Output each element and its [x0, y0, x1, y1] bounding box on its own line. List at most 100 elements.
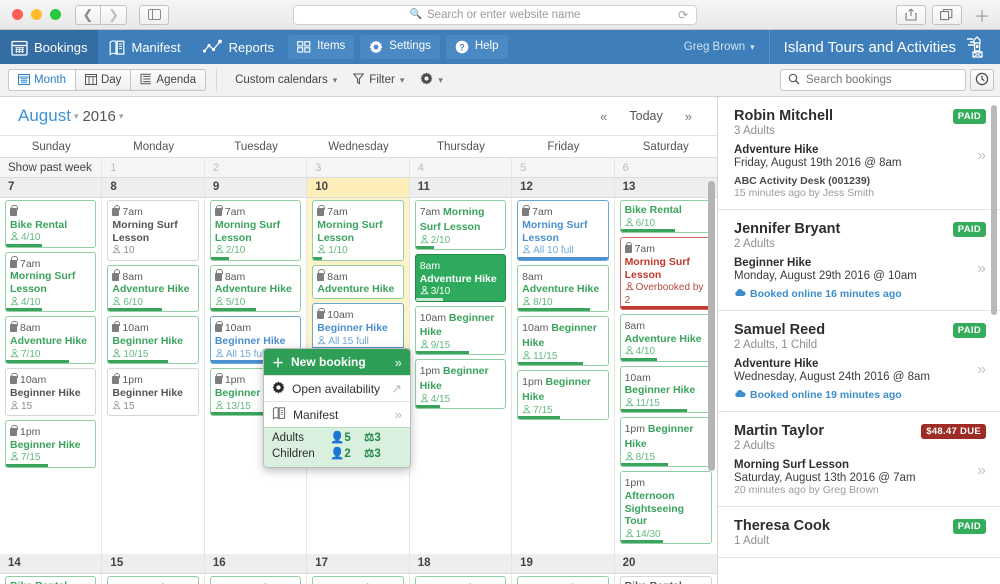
year-dropdown[interactable]: 2016: [82, 108, 115, 125]
calendar-event[interactable]: 8amAdventure Hike5/10: [210, 265, 301, 313]
day-cell[interactable]: 7am Morning Surf Lesson7/10: [410, 574, 512, 584]
minimize-window-button[interactable]: [31, 9, 42, 20]
show-past-week-link[interactable]: Show past week: [0, 162, 92, 174]
sidebar-scrollbar[interactable]: [991, 105, 997, 315]
popup-new-booking[interactable]: ＋ New booking »: [264, 349, 410, 375]
view-month-button[interactable]: Month: [8, 69, 76, 91]
calendar-event[interactable]: 10am Beginner Hike11/15: [517, 316, 608, 366]
calendar-event[interactable]: 10amBeginner Hike15: [5, 368, 96, 416]
popup-open-availability[interactable]: Open availability ↗: [264, 375, 410, 401]
day-header-cell[interactable]: 14: [0, 554, 102, 574]
calendar-event[interactable]: 10am Beginner Hike9/15: [415, 306, 506, 356]
search-bookings-field[interactable]: [780, 69, 966, 91]
next-period-button[interactable]: »: [674, 106, 703, 127]
window-traffic-lights[interactable]: [12, 9, 61, 20]
calendar-event[interactable]: 8amAdventure Hike7/10: [5, 316, 96, 364]
calendar-event[interactable]: 10amBeginner Hike10/15: [107, 316, 198, 364]
day-header-cell[interactable]: 20: [615, 554, 717, 574]
calendar-event[interactable]: Bike Rental5/10: [5, 576, 96, 584]
day-header-cell[interactable]: 13: [615, 178, 717, 198]
sidebar-toggle-icon[interactable]: [139, 5, 169, 25]
address-bar[interactable]: 🔍 Search or enter website name ⟳: [293, 5, 697, 25]
day-cell[interactable]: Bike Rental4/107amMorning Surf Lesson4/1…: [0, 198, 102, 554]
day-header-cell[interactable]: 7: [0, 178, 102, 198]
day-header-cell[interactable]: 18: [410, 554, 512, 574]
popup-manifest[interactable]: Manifest »: [264, 401, 410, 427]
day-cell[interactable]: 7am Morning Surf Lesson7/10: [102, 574, 204, 584]
nav-item-reports[interactable]: Reports: [192, 30, 286, 64]
day-header-cell[interactable]: 8: [102, 178, 204, 198]
recent-bookings-sidebar[interactable]: Robin MitchellPAID3 AdultsAdventure Hike…: [718, 97, 1000, 584]
day-cell[interactable]: Bike Rental10: [615, 574, 717, 584]
calendar-event[interactable]: 7amMorning Surf Lesson2/10: [210, 200, 301, 261]
calendar-event[interactable]: 1pm Beginner Hike4/15: [415, 359, 506, 409]
reload-icon[interactable]: ⟳: [678, 8, 688, 22]
month-dropdown[interactable]: August: [18, 106, 71, 126]
calendar-event[interactable]: 7am Morning Surf Lesson9/10: [312, 576, 403, 584]
recent-activity-button[interactable]: [970, 69, 994, 91]
calendar-event[interactable]: 1pmAfternoon Sightseeing Tour14/30: [620, 471, 712, 544]
day-header-cell[interactable]: 11: [410, 178, 512, 198]
day-cell[interactable]: 7am Morning Surf Lesson2/108amAdventure …: [410, 198, 512, 554]
calendar-event[interactable]: 7am Morning Surf Lesson7/10: [210, 576, 301, 584]
view-agenda-button[interactable]: Agenda: [131, 69, 206, 91]
show-past-week-cell[interactable]: Show past week: [0, 158, 102, 178]
day-header-cell[interactable]: 10: [307, 178, 409, 198]
day-cell[interactable]: Bike Rental5/10: [0, 574, 102, 584]
day-cell[interactable]: 7am Morning Surf Lesson7/10: [205, 574, 307, 584]
forward-button[interactable]: ❯: [101, 5, 127, 25]
calendar-event[interactable]: 1pmBeginner Hike7/15: [5, 420, 96, 468]
calendar-event[interactable]: 1pmBeginner Hike15: [107, 368, 198, 416]
user-menu[interactable]: Greg Brown ▾: [670, 30, 769, 64]
calendar-event[interactable]: 7amMorning Surf Lesson4/10: [5, 252, 96, 313]
day-header-cell[interactable]: 15: [102, 554, 204, 574]
day-cell[interactable]: 7amMorning Surf LessonAll 10 full8amAdve…: [512, 198, 614, 554]
booking-list-item[interactable]: Jennifer BryantPAID2 AdultsBeginner Hike…: [718, 210, 1000, 311]
calendar-event[interactable]: 7amMorning Surf Lesson1/10: [312, 200, 403, 261]
day-cell[interactable]: 7am Morning Surf Lesson9/10: [512, 574, 614, 584]
calendar-event[interactable]: 8amAdventure Hike: [312, 265, 403, 300]
chevron-double-right-icon[interactable]: »: [977, 361, 986, 379]
calendar-event[interactable]: 7am Morning Surf Lesson9/10: [517, 576, 608, 584]
calendar-event[interactable]: Bike Rental6/10: [620, 200, 712, 233]
maximize-window-button[interactable]: [50, 9, 61, 20]
day-header-cell[interactable]: 9: [205, 178, 307, 198]
calendar-event[interactable]: 10amBeginner HikeAll 15 full: [312, 303, 403, 351]
day-header-cell[interactable]: 16: [205, 554, 307, 574]
calendar-event[interactable]: 8amAdventure Hike3/10: [415, 254, 506, 302]
calendar-event[interactable]: 1pm Beginner Hike7/15: [517, 370, 608, 420]
calendar-event[interactable]: 7am Morning Surf Lesson7/10: [107, 576, 198, 584]
nav-item-manifest[interactable]: Manifest: [98, 30, 191, 64]
filter-dropdown[interactable]: Filter ▾: [345, 73, 412, 88]
nav-item-settings[interactable]: Settings: [360, 35, 440, 59]
nav-item-help[interactable]: ? Help: [446, 35, 508, 59]
day-cell[interactable]: 7amMorning Surf Lesson108amAdventure Hik…: [102, 198, 204, 554]
day-header-cell[interactable]: 19: [512, 554, 614, 574]
chevron-double-right-icon[interactable]: »: [977, 260, 986, 278]
show-tabs-icon[interactable]: [932, 5, 962, 25]
calendar-event[interactable]: 1pm Beginner Hike8/15: [620, 417, 712, 467]
booking-list-item[interactable]: Robin MitchellPAID3 AdultsAdventure Hike…: [718, 97, 1000, 210]
calendar-event[interactable]: 8amAdventure Hike4/10: [620, 314, 712, 362]
day-cell[interactable]: Bike Rental6/107amMorning Surf LessonOve…: [615, 198, 717, 554]
chevron-double-right-icon[interactable]: »: [977, 462, 986, 480]
day-context-popup[interactable]: ＋ New booking » Open availability ↗ Mani…: [263, 348, 411, 468]
close-window-button[interactable]: [12, 9, 23, 20]
back-button[interactable]: ❮: [75, 5, 101, 25]
calendar-event[interactable]: 7amMorning Surf LessonAll 10 full: [517, 200, 608, 261]
today-button[interactable]: Today: [618, 106, 673, 126]
view-day-button[interactable]: Day: [76, 69, 131, 91]
booking-list-item[interactable]: Samuel ReedPAID2 Adults, 1 ChildAdventur…: [718, 311, 1000, 412]
share-icon[interactable]: [896, 5, 926, 25]
day-header-cell[interactable]: 17: [307, 554, 409, 574]
search-input[interactable]: [806, 74, 958, 86]
calendar-event[interactable]: 10amBeginner Hike11/15: [620, 366, 712, 414]
calendar-scrollbar[interactable]: [708, 181, 715, 471]
chevron-double-right-icon[interactable]: »: [977, 147, 986, 165]
new-tab-button[interactable]: ＋: [968, 3, 996, 27]
calendar-event[interactable]: 7am Morning Surf Lesson2/10: [415, 200, 506, 250]
calendar-event[interactable]: 8amAdventure Hike8/10: [517, 265, 608, 313]
day-cell[interactable]: 7am Morning Surf Lesson9/10: [307, 574, 409, 584]
calendar-event[interactable]: Bike Rental10: [620, 576, 712, 584]
prev-period-button[interactable]: «: [589, 106, 618, 127]
